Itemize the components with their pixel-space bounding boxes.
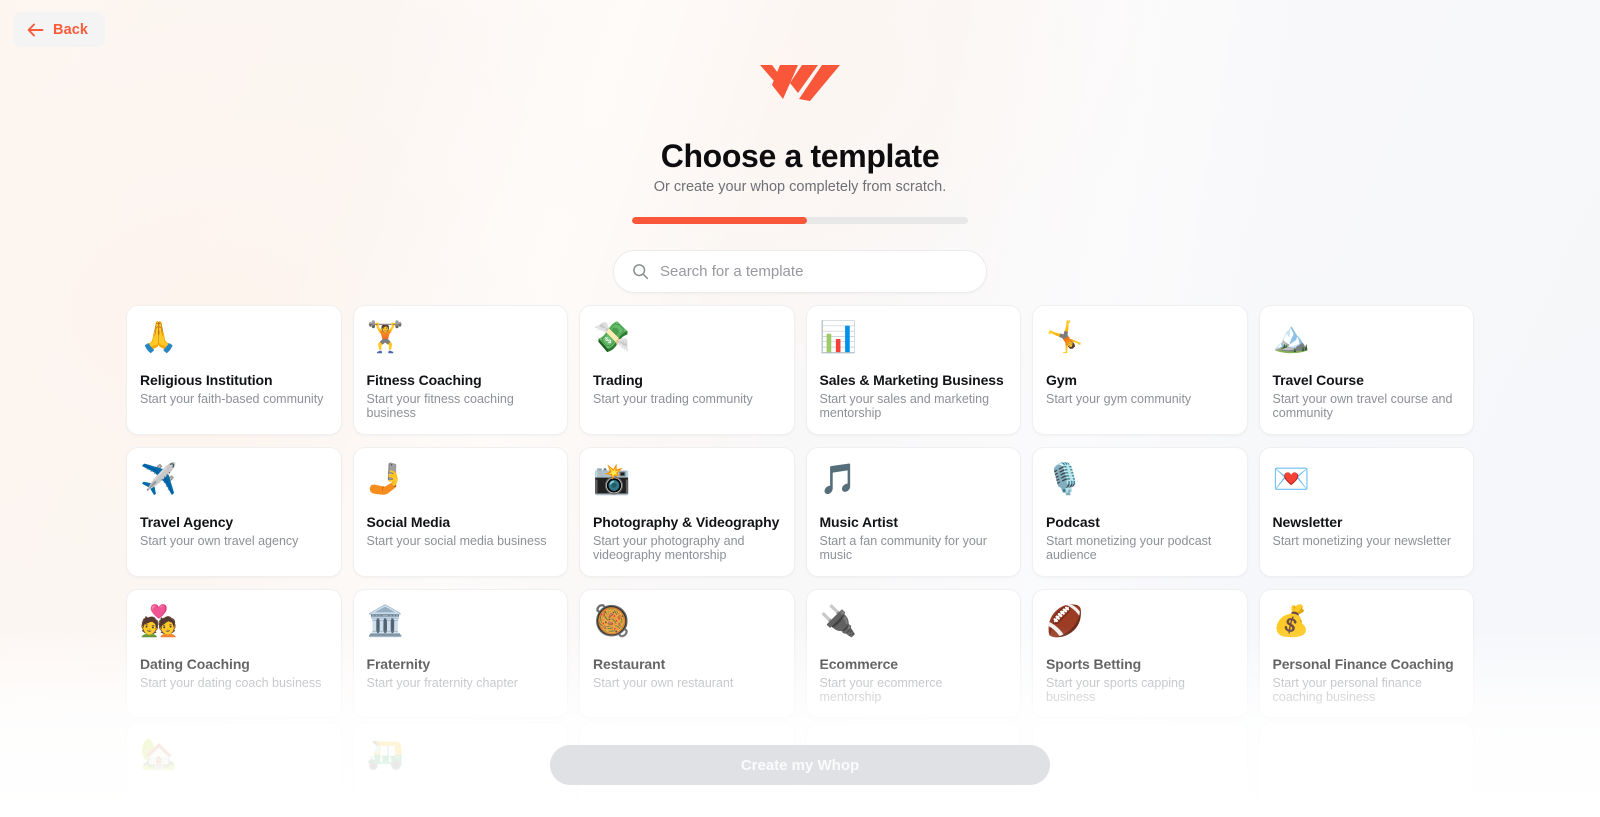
template-card-title: Restaurant xyxy=(593,655,666,672)
template-card-description: Start your own travel agency xyxy=(140,533,299,548)
template-card[interactable]: 🤸 Gym Start your gym community xyxy=(1032,305,1248,435)
template-card[interactable]: 🎙️ Podcast Start monetizing your podcast a… xyxy=(1032,446,1248,577)
back-button[interactable]: Back xyxy=(13,12,106,47)
template-card-title: Ecommerce xyxy=(819,655,899,672)
template-card-title: Trading xyxy=(593,372,643,388)
template-card[interactable]: 🏛️ Fraternity Start your fraternity chapte… xyxy=(352,588,568,719)
template-card[interactable]: 🤳 Social Media Start your social media bus… xyxy=(352,446,568,577)
template-card[interactable]: 🛺 xyxy=(352,722,568,817)
template-card-description: Start your gym community xyxy=(1046,392,1192,406)
blank-emoji xyxy=(1046,737,1234,775)
cartwheel-emoji: 🤸 xyxy=(1046,320,1084,355)
template-card[interactable]: 💰 Personal Finance Coaching Start your per… xyxy=(1258,588,1474,719)
template-card-title: Fraternity xyxy=(366,655,431,672)
template-card-description: Start your own travel course and communi… xyxy=(1272,392,1453,421)
house-with-garden-emoji: 🏡 xyxy=(140,737,178,772)
microphone-emoji: 🎙️ xyxy=(1046,461,1084,497)
template-card-title: Music Artist xyxy=(819,513,899,530)
template-card[interactable]: 🏈 Sports Betting Start your sports capping… xyxy=(1032,588,1248,719)
selfie-emoji: 🤳 xyxy=(366,461,404,497)
blank-emoji xyxy=(1273,737,1461,775)
arrow-left-icon xyxy=(27,23,44,37)
progress-bar-fill xyxy=(632,217,807,224)
love-letter-emoji: 💌 xyxy=(1272,461,1310,497)
template-card-title: Photography & Videography xyxy=(593,513,780,530)
auto-rickshaw-emoji: 🛺 xyxy=(366,737,404,772)
template-card-description: Start your photography and videography m… xyxy=(593,533,745,563)
template-card-description: Start your own restaurant xyxy=(593,675,734,690)
template-card-description: Start monetizing your podcast audience xyxy=(1046,533,1212,563)
template-card-description: Start your fraternity chapter xyxy=(366,675,518,690)
money-with-wings-emoji: 💸 xyxy=(593,320,631,355)
template-card-description: Start a fan community for your music xyxy=(819,533,987,563)
template-card[interactable]: 💑 Dating Coaching Start your dating coach … xyxy=(126,588,342,719)
football-emoji: 🏈 xyxy=(1046,603,1084,639)
bar-chart-emoji: 📊 xyxy=(819,320,857,355)
template-card-title: Religious Institution xyxy=(140,372,273,388)
template-card-description: Start your social media business xyxy=(366,533,547,548)
template-card-description: Start monetizing your newsletter xyxy=(1272,533,1452,548)
search-icon xyxy=(632,263,649,280)
template-card[interactable]: 📸 Photography & Videography Start your pho… xyxy=(579,446,795,577)
folded-hands-emoji: 🙏 xyxy=(140,320,178,355)
template-card-description: Start your personal finance coaching bus… xyxy=(1272,675,1422,704)
search-bar[interactable] xyxy=(613,250,987,293)
template-card-title: Travel Course xyxy=(1272,372,1364,388)
template-card[interactable]: 🏔️ Travel Course Start your own travel cou… xyxy=(1258,305,1474,435)
whop-logo xyxy=(758,61,842,103)
template-card[interactable] xyxy=(1032,722,1248,817)
template-card[interactable]: 🏡 xyxy=(126,722,342,817)
create-my-whop-button[interactable]: Create my Whop xyxy=(550,745,1050,785)
template-card[interactable]: 🏋️ Fitness Coaching Start your fitness coa… xyxy=(352,305,568,435)
template-grid: 🙏 Religious Institution Start your faith-b… xyxy=(126,305,1474,719)
camera-flash-emoji: 📸 xyxy=(593,461,631,497)
airplane-emoji: ✈️ xyxy=(140,461,178,497)
mountain-emoji: 🏔️ xyxy=(1272,320,1310,355)
template-card-description: Start your fitness coaching business xyxy=(366,392,514,421)
template-card-title: Personal Finance Coaching xyxy=(1272,655,1454,672)
onboarding-progress-bar xyxy=(632,217,968,224)
weightlifter-emoji: 🏋️ xyxy=(366,320,404,355)
template-card-title: Social Media xyxy=(366,513,451,530)
template-card-title: Newsletter xyxy=(1272,513,1343,530)
template-card[interactable] xyxy=(1258,722,1474,817)
musical-note-emoji: 🎵 xyxy=(819,461,857,497)
template-card-title: Fitness Coaching xyxy=(366,372,482,388)
template-card-description: Start your faith-based community xyxy=(140,392,324,406)
electric-plug-emoji: 🔌 xyxy=(819,603,857,639)
template-card-title: Sales & Marketing Business xyxy=(819,372,1004,388)
template-card-title: Podcast xyxy=(1046,513,1100,530)
template-card[interactable]: 💸 Trading Start your trading community xyxy=(579,305,795,435)
classical-building-emoji: 🏛️ xyxy=(366,603,404,639)
search-input[interactable] xyxy=(660,263,968,280)
template-card[interactable]: 🎵 Music Artist Start a fan community for y… xyxy=(805,446,1021,577)
template-card-description: Start your sports capping business xyxy=(1046,675,1185,704)
money-bag-emoji: 💰 xyxy=(1272,603,1310,639)
template-card[interactable]: ✈️ Travel Agency Start your own travel age… xyxy=(126,446,342,577)
template-card[interactable]: 💌 Newsletter Start monetizing your newslet… xyxy=(1258,446,1474,577)
template-card-description: Start your sales and marketing mentorshi… xyxy=(819,392,990,421)
shallow-pan-of-food-emoji: 🥘 xyxy=(593,603,631,639)
back-button-label: Back xyxy=(53,21,89,38)
template-card[interactable]: 📊 Sales & Marketing Business Start your sa… xyxy=(805,305,1021,435)
template-card-title: Sports Betting xyxy=(1046,655,1142,672)
template-card-title: Travel Agency xyxy=(140,513,234,530)
page-subtitle: Or create your whop completely from scra… xyxy=(653,179,947,195)
couple-with-heart-emoji: 💑 xyxy=(140,603,178,639)
template-card-description: Start your ecommerce mentorship xyxy=(819,675,943,704)
template-card[interactable]: 🥘 Restaurant Start your own restaurant xyxy=(579,588,795,719)
template-chooser-page: Back Choose a template Or create your wh… xyxy=(0,0,1600,817)
page-title: Choose a template xyxy=(660,138,940,174)
template-card-title: Gym xyxy=(1046,372,1077,388)
template-card[interactable]: 🔌 Ecommerce Start your ecommerce mentorshi… xyxy=(805,588,1021,719)
template-card-title: Dating Coaching xyxy=(140,655,250,672)
template-card-description: Start your trading community xyxy=(593,392,753,406)
template-card[interactable]: 🙏 Religious Institution Start your faith-b… xyxy=(126,305,342,435)
template-card-description: Start your dating coach business xyxy=(140,675,322,690)
